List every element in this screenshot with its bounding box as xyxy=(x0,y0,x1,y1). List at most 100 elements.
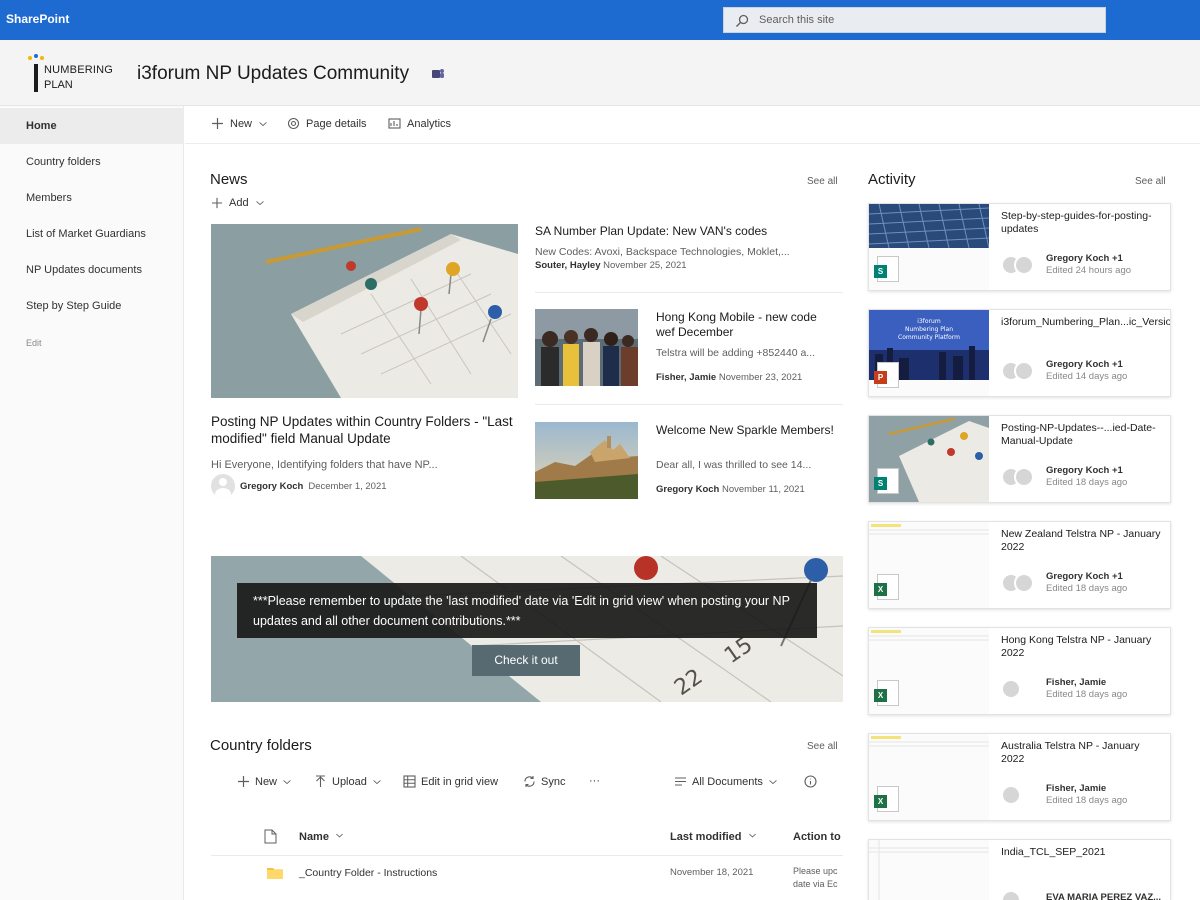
site-title[interactable]: i3forum NP Updates Community xyxy=(137,63,409,85)
chevron-down-icon xyxy=(255,201,264,206)
news-add-button[interactable]: Add xyxy=(211,197,265,209)
activity-edited: Edited 14 days ago xyxy=(1046,371,1128,382)
analytics-label: Analytics xyxy=(407,117,452,130)
nav-item-market-guardians[interactable]: List of Market Guardians xyxy=(0,216,184,252)
divider xyxy=(211,855,843,856)
divider xyxy=(535,292,843,293)
excel-file-icon: X xyxy=(874,680,899,706)
modified-header-label: Last modified xyxy=(670,831,742,843)
hero-news-author: Gregory Koch December 1, 2021 xyxy=(211,474,387,498)
file-badge: S xyxy=(874,265,887,278)
news-item-image[interactable] xyxy=(535,309,638,386)
file-badge: X xyxy=(874,689,887,702)
avatar-stack xyxy=(1001,573,1037,593)
nav-item-home[interactable]: Home xyxy=(0,108,184,144)
news-see-all-link[interactable]: See all xyxy=(807,176,838,187)
avatar xyxy=(211,474,235,498)
site-logo[interactable]: NUMBERING PLAN xyxy=(24,54,124,96)
thumbnail-caption-line2: Numbering Plan xyxy=(905,326,953,333)
search-box[interactable]: Search this site xyxy=(723,7,1106,33)
activity-card[interactable]: X Australia Telstra NP - January 2022 Fi… xyxy=(868,733,1171,821)
post-date: November 23, 2021 xyxy=(718,372,803,383)
hero-news-image[interactable] xyxy=(211,224,518,398)
activity-see-all-link[interactable]: See all xyxy=(1135,176,1166,187)
news-heading: News xyxy=(210,171,248,188)
view-selector[interactable]: All Documents xyxy=(674,775,778,788)
activity-card[interactable]: India_TCL_SEP_2021 EVA MARIA PEREZ VAZ..… xyxy=(868,839,1171,900)
activity-thumbnail: X xyxy=(869,734,989,820)
activity-thumbnail: S xyxy=(869,416,989,502)
nav-item-country-folders[interactable]: Country folders xyxy=(0,144,184,180)
info-button[interactable] xyxy=(804,775,817,788)
activity-card[interactable]: S Posting-NP-Updates--...ied-Date-Manual… xyxy=(868,415,1171,503)
search-icon xyxy=(736,14,749,27)
author-name: Souter, Hayley xyxy=(535,260,601,271)
logo-bar xyxy=(34,64,38,92)
activity-author: Gregory Koch +1 xyxy=(1046,253,1123,264)
more-options-button[interactable]: ··· xyxy=(589,775,600,787)
activity-title: Hong Kong Telstra NP - January 2022 xyxy=(1001,634,1152,659)
site-header: NUMBERING PLAN i3forum NP Updates Commun… xyxy=(0,40,1200,106)
news-item-title[interactable]: Hong Kong Mobile - new code wef December xyxy=(656,310,836,340)
thumbnail-caption-line1: i3forum xyxy=(917,318,941,325)
nav-item-step-by-step-guide[interactable]: Step by Step Guide xyxy=(0,288,184,324)
edit-grid-view-button[interactable]: Edit in grid view xyxy=(403,775,498,788)
check-it-out-button[interactable]: Check it out xyxy=(472,645,580,676)
post-date: November 11, 2021 xyxy=(722,484,805,495)
nav-item-members[interactable]: Members xyxy=(0,180,184,216)
folder-modified: November 18, 2021 xyxy=(670,867,754,878)
activity-thumbnail: S xyxy=(869,204,989,290)
news-item-description: Telstra will be adding +852440 a... xyxy=(656,347,816,359)
column-header-modified[interactable]: Last modified xyxy=(670,831,757,843)
news-item-meta: Gregory Koch November 11, 2021 xyxy=(656,484,805,495)
nav-item-np-updates-documents[interactable]: NP Updates documents xyxy=(0,252,184,288)
sharepoint-brand[interactable]: SharePoint xyxy=(6,12,69,26)
author-name: Gregory Koch xyxy=(656,484,720,495)
sync-icon xyxy=(524,776,535,787)
avatar xyxy=(1001,679,1037,699)
logo-text-2: PLAN xyxy=(44,79,73,91)
file-badge: S xyxy=(874,477,887,490)
folder-icon xyxy=(267,868,283,879)
news-item-title[interactable]: SA Number Plan Update: New VAN's codes xyxy=(535,224,835,239)
column-header-name[interactable]: Name xyxy=(299,831,344,843)
analytics-button[interactable]: Analytics xyxy=(388,117,451,130)
activity-card[interactable]: X Hong Kong Telstra NP - January 2022 Fi… xyxy=(868,627,1171,715)
activity-edited: Edited 24 hours ago xyxy=(1046,265,1132,276)
doc-new-button[interactable]: New xyxy=(237,775,292,788)
sync-button[interactable]: Sync xyxy=(523,775,565,788)
new-button[interactable]: New xyxy=(211,117,268,130)
file-badge: P xyxy=(874,371,887,384)
post-date: November 25, 2021 xyxy=(603,260,687,271)
news-item-image[interactable] xyxy=(535,422,638,499)
logo-text-1: NUMBERING xyxy=(44,64,114,76)
avatar-stack xyxy=(1001,255,1037,275)
news-item-description: New Codes: Avoxi, Backspace Technologies… xyxy=(535,246,790,258)
activity-card[interactable]: S Step-by-step-guides-for-posting-update… xyxy=(868,203,1171,291)
chevron-down-icon xyxy=(259,121,267,126)
activity-thumbnail xyxy=(869,840,989,900)
sync-label: Sync xyxy=(541,775,566,788)
author-name: Fisher, Jamie xyxy=(656,372,717,383)
activity-author: Fisher, Jamie xyxy=(1046,783,1107,794)
activity-card[interactable]: i3forum Numbering Plan Community Platfor… xyxy=(868,309,1171,397)
new-label: New xyxy=(230,117,253,130)
news-item-title[interactable]: Welcome New Sparkle Members! xyxy=(656,423,836,438)
activity-card[interactable]: X New Zealand Telstra NP - January 2022 … xyxy=(868,521,1171,609)
sway-file-icon: S xyxy=(874,468,899,494)
folder-name[interactable]: _Country Folder - Instructions xyxy=(299,867,437,879)
column-header-action[interactable]: Action to xyxy=(793,831,841,843)
activity-title: Australia Telstra NP - January 2022 xyxy=(1001,740,1140,765)
folders-see-all-link[interactable]: See all xyxy=(807,741,838,752)
post-date: December 1, 2021 xyxy=(308,480,387,492)
activity-title: Step-by-step-guides-for-posting-updates xyxy=(1001,210,1152,235)
plus-icon xyxy=(211,197,223,209)
nav-edit-link[interactable]: Edit xyxy=(0,326,184,362)
upload-button[interactable]: Upload xyxy=(314,775,382,788)
folder-action-line2: date via Ec xyxy=(793,879,838,889)
teams-icon[interactable] xyxy=(431,67,445,81)
chevron-down-icon xyxy=(748,833,756,838)
activity-author: Gregory Koch +1 xyxy=(1046,359,1123,370)
hero-news-title[interactable]: Posting NP Updates within Country Folder… xyxy=(211,413,521,447)
page-details-button[interactable]: Page details xyxy=(287,117,367,130)
